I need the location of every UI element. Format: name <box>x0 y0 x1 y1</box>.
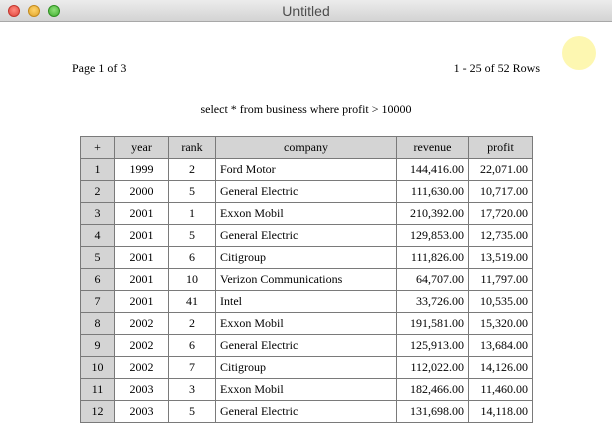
company-cell[interactable]: General Electric <box>215 400 397 423</box>
column-header-rank[interactable]: rank <box>168 136 216 159</box>
rank-cell[interactable]: 3 <box>168 378 216 401</box>
company-cell[interactable]: General Electric <box>215 180 397 203</box>
add-row-header[interactable]: + <box>80 136 115 159</box>
row-number-cell[interactable]: 2 <box>80 180 115 203</box>
year-cell[interactable]: 2001 <box>114 290 169 313</box>
year-cell[interactable]: 2003 <box>114 378 169 401</box>
company-cell[interactable]: Intel <box>215 290 397 313</box>
revenue-cell[interactable]: 182,466.00 <box>396 378 469 401</box>
rank-cell[interactable]: 6 <box>168 246 216 269</box>
profit-cell[interactable]: 12,735.00 <box>468 224 533 247</box>
year-cell[interactable]: 2002 <box>114 334 169 357</box>
profit-cell[interactable]: 14,118.00 <box>468 400 533 423</box>
window-title: Untitled <box>282 3 330 19</box>
row-number-cell[interactable]: 6 <box>80 268 115 291</box>
table-row[interactable]: 8 2002 2 Exxon Mobil 191,581.00 15,320.00 <box>80 312 533 335</box>
rank-cell[interactable]: 2 <box>168 312 216 335</box>
query-text: select * from business where profit > 10… <box>200 102 412 116</box>
profit-cell[interactable]: 10,535.00 <box>468 290 533 313</box>
window-titlebar[interactable]: Untitled <box>0 0 612 22</box>
rank-cell[interactable]: 41 <box>168 290 216 313</box>
profit-cell[interactable]: 14,126.00 <box>468 356 533 379</box>
rank-cell[interactable]: 5 <box>168 180 216 203</box>
table-row[interactable]: 11 2003 3 Exxon Mobil 182,466.00 11,460.00 <box>80 378 533 401</box>
cursor-highlight <box>562 36 596 70</box>
year-cell[interactable]: 2003 <box>114 400 169 423</box>
row-number-cell[interactable]: 5 <box>80 246 115 269</box>
table-row[interactable]: 2 2000 5 General Electric 111,630.00 10,717.0… <box>80 180 533 203</box>
revenue-cell[interactable]: 144,416.00 <box>396 158 469 181</box>
revenue-cell[interactable]: 191,581.00 <box>396 312 469 335</box>
year-cell[interactable]: 2002 <box>114 312 169 335</box>
company-cell[interactable]: Verizon Communications <box>215 268 397 291</box>
rank-cell[interactable]: 10 <box>168 268 216 291</box>
table-header-row: + year rank company revenue profit <box>80 136 533 159</box>
company-cell[interactable]: Exxon Mobil <box>215 202 397 225</box>
table-row[interactable]: 10 2002 7 Citigroup 112,022.00 14,126.00 <box>80 356 533 379</box>
row-range-indicator: 1 - 25 of 52 Rows <box>453 61 540 75</box>
revenue-cell[interactable]: 64,707.00 <box>396 268 469 291</box>
year-cell[interactable]: 2002 <box>114 356 169 379</box>
revenue-cell[interactable]: 131,698.00 <box>396 400 469 423</box>
year-cell[interactable]: 2001 <box>114 246 169 269</box>
rank-cell[interactable]: 2 <box>168 158 216 181</box>
revenue-cell[interactable]: 210,392.00 <box>396 202 469 225</box>
row-number-cell[interactable]: 10 <box>80 356 115 379</box>
profit-cell[interactable]: 22,071.00 <box>468 158 533 181</box>
rank-cell[interactable]: 5 <box>168 224 216 247</box>
row-number-cell[interactable]: 7 <box>80 290 115 313</box>
revenue-cell[interactable]: 111,826.00 <box>396 246 469 269</box>
company-cell[interactable]: General Electric <box>215 334 397 357</box>
table-row[interactable]: 6 2001 10 Verizon Communications 64,707.00 11… <box>80 268 533 291</box>
column-header-year[interactable]: year <box>114 136 169 159</box>
rank-cell[interactable]: 5 <box>168 400 216 423</box>
results-table: + year rank company revenue profit 1 1999… <box>80 136 533 423</box>
table-row[interactable]: 12 2003 5 General Electric 131,698.00 14,118.… <box>80 400 533 423</box>
column-header-company[interactable]: company <box>215 136 397 159</box>
profit-cell[interactable]: 17,720.00 <box>468 202 533 225</box>
profit-cell[interactable]: 10,717.00 <box>468 180 533 203</box>
company-cell[interactable]: Citigroup <box>215 356 397 379</box>
profit-cell[interactable]: 13,519.00 <box>468 246 533 269</box>
table-row[interactable]: 3 2001 1 Exxon Mobil 210,392.00 17,720.00 <box>80 202 533 225</box>
company-cell[interactable]: Exxon Mobil <box>215 312 397 335</box>
column-header-revenue[interactable]: revenue <box>396 136 469 159</box>
row-number-cell[interactable]: 4 <box>80 224 115 247</box>
profit-cell[interactable]: 13,684.00 <box>468 334 533 357</box>
column-header-profit[interactable]: profit <box>468 136 533 159</box>
rank-cell[interactable]: 1 <box>168 202 216 225</box>
row-number-cell[interactable]: 1 <box>80 158 115 181</box>
table-row[interactable]: 7 2001 41 Intel 33,726.00 10,535.00 <box>80 290 533 313</box>
year-cell[interactable]: 2001 <box>114 268 169 291</box>
profit-cell[interactable]: 15,320.00 <box>468 312 533 335</box>
table-row[interactable]: 9 2002 6 General Electric 125,913.00 13,684.0… <box>80 334 533 357</box>
company-cell[interactable]: General Electric <box>215 224 397 247</box>
revenue-cell[interactable]: 125,913.00 <box>396 334 469 357</box>
rank-cell[interactable]: 7 <box>168 356 216 379</box>
row-number-cell[interactable]: 3 <box>80 202 115 225</box>
page-indicator: Page 1 of 3 <box>72 61 127 75</box>
year-cell[interactable]: 2001 <box>114 224 169 247</box>
company-cell[interactable]: Ford Motor <box>215 158 397 181</box>
profit-cell[interactable]: 11,797.00 <box>468 268 533 291</box>
company-cell[interactable]: Exxon Mobil <box>215 378 397 401</box>
table-row[interactable]: 5 2001 6 Citigroup 111,826.00 13,519.00 <box>80 246 533 269</box>
revenue-cell[interactable]: 129,853.00 <box>396 224 469 247</box>
row-number-cell[interactable]: 11 <box>80 378 115 401</box>
year-cell[interactable]: 2000 <box>114 180 169 203</box>
table-row[interactable]: 1 1999 2 Ford Motor 144,416.00 22,071.00 <box>80 158 533 181</box>
row-number-cell[interactable]: 9 <box>80 334 115 357</box>
revenue-cell[interactable]: 112,022.00 <box>396 356 469 379</box>
revenue-cell[interactable]: 33,726.00 <box>396 290 469 313</box>
table-row[interactable]: 4 2001 5 General Electric 129,853.00 12,735.0… <box>80 224 533 247</box>
revenue-cell[interactable]: 111,630.00 <box>396 180 469 203</box>
year-cell[interactable]: 2001 <box>114 202 169 225</box>
year-cell[interactable]: 1999 <box>114 158 169 181</box>
company-cell[interactable]: Citigroup <box>215 246 397 269</box>
profit-cell[interactable]: 11,460.00 <box>468 378 533 401</box>
rank-cell[interactable]: 6 <box>168 334 216 357</box>
row-number-cell[interactable]: 12 <box>80 400 115 423</box>
row-number-cell[interactable]: 8 <box>80 312 115 335</box>
